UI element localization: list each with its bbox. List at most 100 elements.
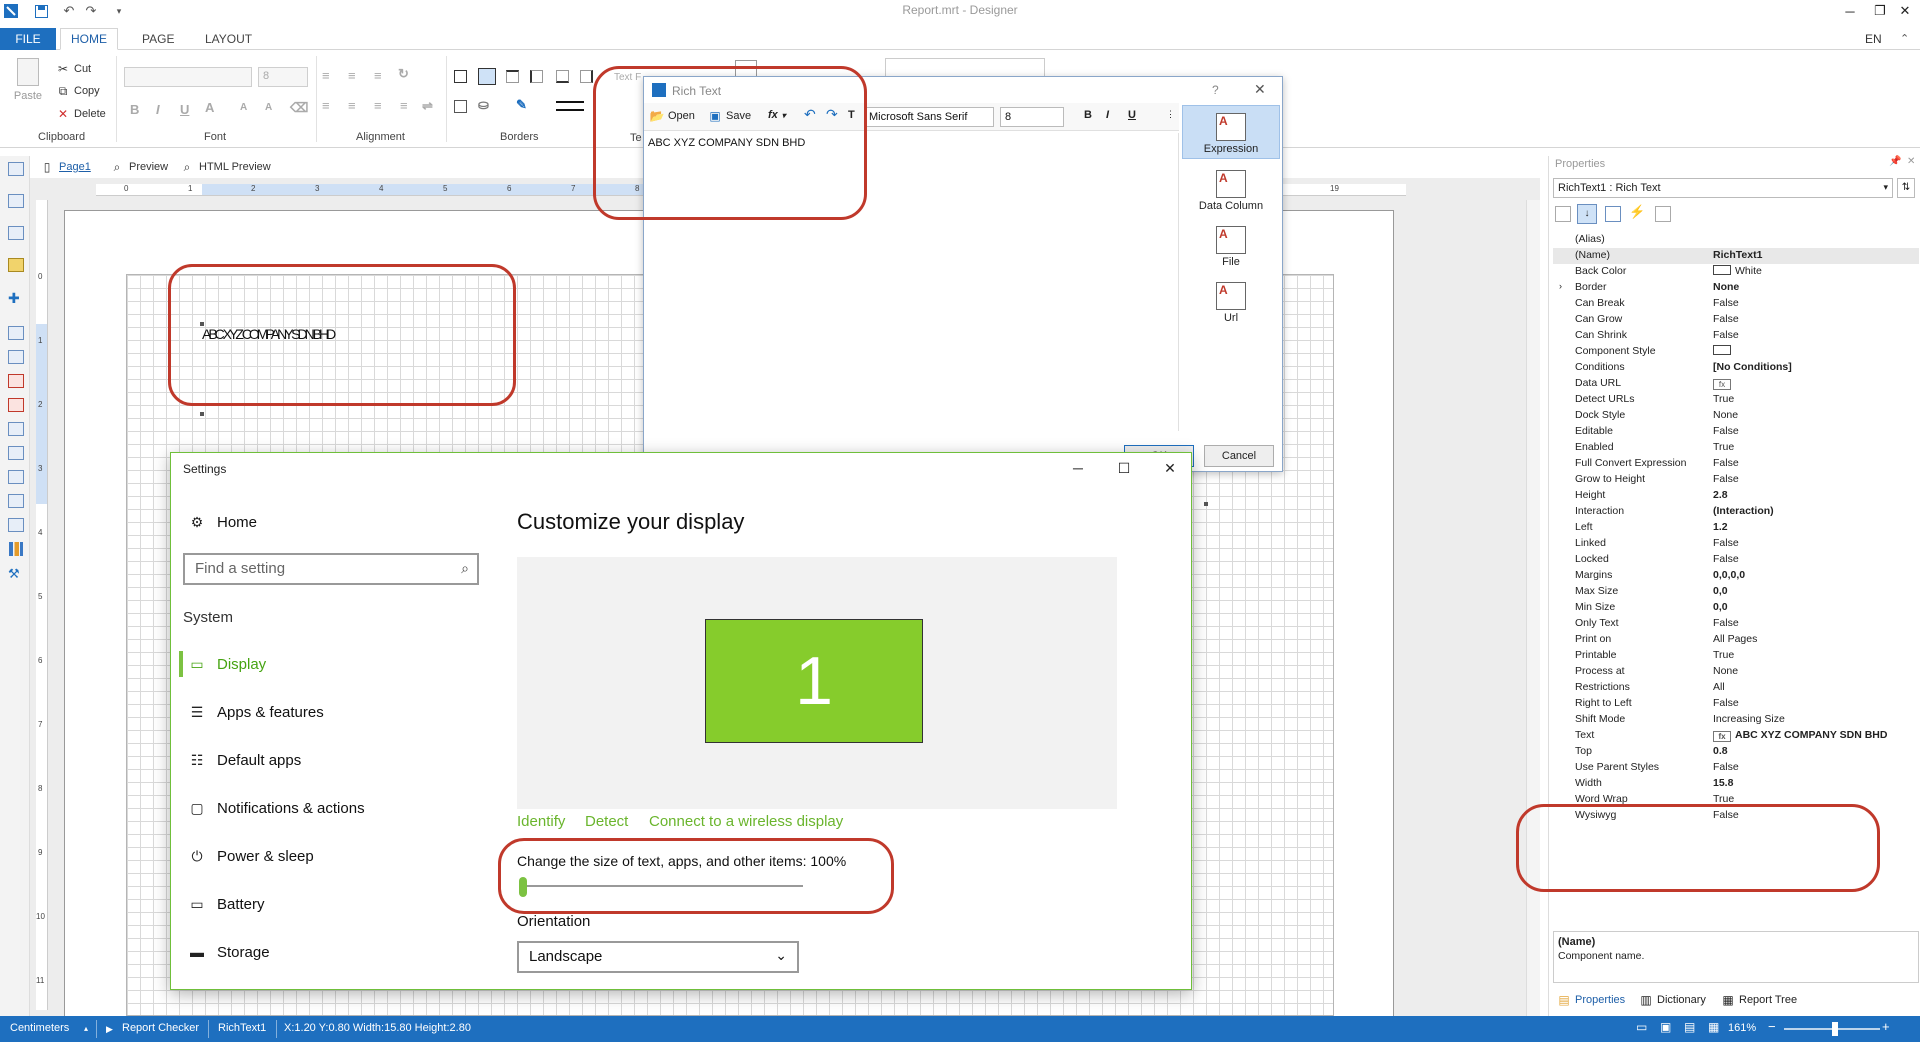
property-row[interactable]: Can Shrink False <box>1553 328 1919 344</box>
alphabetical-icon[interactable]: ↓ <box>1577 204 1597 224</box>
align-right-icon[interactable]: ≡ <box>374 98 382 113</box>
component-selector[interactable]: RichText1 : Rich Text ▾ <box>1553 178 1893 198</box>
property-row[interactable]: Back Color White <box>1553 264 1919 280</box>
property-value[interactable]: False <box>1713 537 1739 549</box>
word-wrap-icon[interactable]: ⇌ <box>422 98 433 114</box>
tab-file[interactable]: FILE <box>0 28 56 50</box>
cut-button[interactable]: ✂ Cut <box>56 60 91 78</box>
property-value[interactable]: 0,0 <box>1713 585 1728 597</box>
align-bottom-icon[interactable]: ≡ <box>374 68 382 83</box>
nav-storage[interactable]: ▬ Storage <box>179 935 479 969</box>
align-left-icon[interactable]: ≡ <box>322 98 330 113</box>
property-row[interactable]: Top 0.8 <box>1553 744 1919 760</box>
properties-view-icon[interactable] <box>1605 206 1621 222</box>
property-value[interactable]: (Interaction) <box>1713 505 1774 517</box>
property-row[interactable]: Min Size 0,0 <box>1553 600 1919 616</box>
property-row[interactable]: Editable False <box>1553 424 1919 440</box>
property-row[interactable]: Right to Left False <box>1553 696 1919 712</box>
font-size-combo[interactable]: 8 <box>1000 107 1064 127</box>
property-value[interactable]: False <box>1713 473 1739 485</box>
expand-icon[interactable]: › <box>1559 281 1562 291</box>
no-border-icon[interactable] <box>454 100 467 113</box>
property-row[interactable]: Interaction (Interaction) <box>1553 504 1919 520</box>
fill-color-icon[interactable]: ⛀ <box>478 97 489 113</box>
tab-page1[interactable]: ▯ Page1 <box>40 156 91 178</box>
paste-button[interactable]: Paste <box>12 58 44 110</box>
design-vertical-scrollbar[interactable] <box>1526 200 1540 1016</box>
property-value[interactable]: 15.8 <box>1713 777 1733 789</box>
language-selector[interactable]: EN <box>1855 28 1892 50</box>
right-border-icon[interactable] <box>580 70 593 83</box>
property-value[interactable]: 1.2 <box>1713 521 1728 533</box>
property-row[interactable]: (Name) RichText1 <box>1553 248 1919 264</box>
property-row[interactable]: Only Text False <box>1553 616 1919 632</box>
property-row[interactable]: Margins 0,0,0,0 <box>1553 568 1919 584</box>
nav-power-sleep[interactable]: ⏻ Power & sleep <box>179 839 479 873</box>
toolbox-table-icon[interactable] <box>8 470 24 484</box>
identify-link[interactable]: Identify <box>517 813 565 830</box>
property-row[interactable]: Full Convert Expression False <box>1553 456 1919 472</box>
nav-default-apps[interactable]: ☷ Default apps <box>179 743 479 777</box>
monitor-1[interactable]: 1 <box>705 619 923 743</box>
property-value[interactable]: All <box>1713 681 1725 693</box>
property-row[interactable]: Print on All Pages <box>1553 632 1919 648</box>
property-row[interactable]: Conditions [No Conditions] <box>1553 360 1919 376</box>
bottom-border-icon[interactable] <box>556 70 569 83</box>
underline-button[interactable]: U <box>1128 109 1136 121</box>
italic-button[interactable]: I <box>1106 109 1109 121</box>
tab-dictionary[interactable]: ▥ Dictionary <box>1639 993 1706 1007</box>
url-button[interactable]: A Url <box>1182 273 1280 327</box>
property-row[interactable]: Shift Mode Increasing Size <box>1553 712 1919 728</box>
pin-icon[interactable]: 📌 <box>1889 156 1901 167</box>
delete-button[interactable]: ✕ Delete <box>56 105 106 123</box>
align-top-icon[interactable]: ≡ <box>322 68 330 83</box>
close-icon[interactable]: ✕ <box>1147 453 1193 483</box>
property-value[interactable]: [No Conditions] <box>1713 361 1792 373</box>
property-row[interactable]: Data URL fx <box>1553 376 1919 392</box>
orientation-select[interactable]: Landscape ⌄ <box>517 941 799 973</box>
toolbox-puzzle-icon[interactable]: ✚ <box>8 290 24 306</box>
property-value[interactable]: 0.8 <box>1713 745 1728 757</box>
property-value[interactable]: fx <box>1713 377 1735 390</box>
top-border-icon[interactable] <box>506 70 519 83</box>
property-value[interactable] <box>1713 345 1735 357</box>
font-color-icon[interactable]: A <box>205 100 214 115</box>
clear-format-icon[interactable]: ⌫ <box>290 100 308 116</box>
property-value[interactable]: False <box>1713 425 1739 437</box>
align-center-icon[interactable]: ≡ <box>348 98 356 113</box>
property-row[interactable]: Process at None <box>1553 664 1919 680</box>
property-value[interactable]: 0,0,0,0 <box>1713 569 1745 581</box>
property-value[interactable]: 0,0 <box>1713 601 1728 613</box>
zoom-slider-thumb[interactable] <box>1832 1022 1838 1036</box>
file-button[interactable]: A File <box>1182 217 1280 271</box>
toolbox-rich-text-icon[interactable] <box>8 374 24 388</box>
font-size-combo[interactable]: 8 <box>258 67 308 87</box>
events-icon[interactable]: ⚡ <box>1629 204 1645 220</box>
bold-icon[interactable]: B <box>130 102 139 117</box>
toolbox-image-icon[interactable] <box>8 518 24 532</box>
minimize-icon[interactable]: ─ <box>1055 453 1101 483</box>
property-value[interactable]: True <box>1713 393 1734 405</box>
data-column-button[interactable]: A Data Column <box>1182 161 1280 215</box>
property-row[interactable]: Max Size 0,0 <box>1553 584 1919 600</box>
tab-layout[interactable]: LAYOUT <box>195 28 262 50</box>
property-value[interactable]: 2.8 <box>1713 489 1728 501</box>
toolbox-text-icon[interactable] <box>8 326 24 340</box>
all-borders-icon[interactable] <box>454 70 467 83</box>
property-value[interactable]: None <box>1713 281 1739 293</box>
cancel-button[interactable]: Cancel <box>1204 445 1274 467</box>
tab-page[interactable]: PAGE <box>132 28 184 50</box>
categorized-icon[interactable] <box>1555 206 1571 222</box>
fit-page-icon[interactable]: ▣ <box>1660 1020 1671 1034</box>
property-row[interactable]: Use Parent Styles False <box>1553 760 1919 776</box>
property-value[interactable]: False <box>1713 313 1739 325</box>
property-row[interactable]: Locked False <box>1553 552 1919 568</box>
report-checker-button[interactable]: Report Checker <box>122 1022 199 1034</box>
property-row[interactable]: Text fx ABC XYZ COMPANY SDN BHD <box>1553 728 1919 744</box>
property-value[interactable]: None <box>1713 409 1738 421</box>
property-row[interactable]: Component Style <box>1553 344 1919 360</box>
toolbar-overflow-icon[interactable]: ⋮ <box>1166 109 1175 120</box>
property-value[interactable]: All Pages <box>1713 633 1757 645</box>
tab-html-preview[interactable]: ⌕ HTML Preview <box>180 156 271 178</box>
selection-handle[interactable] <box>200 412 204 416</box>
